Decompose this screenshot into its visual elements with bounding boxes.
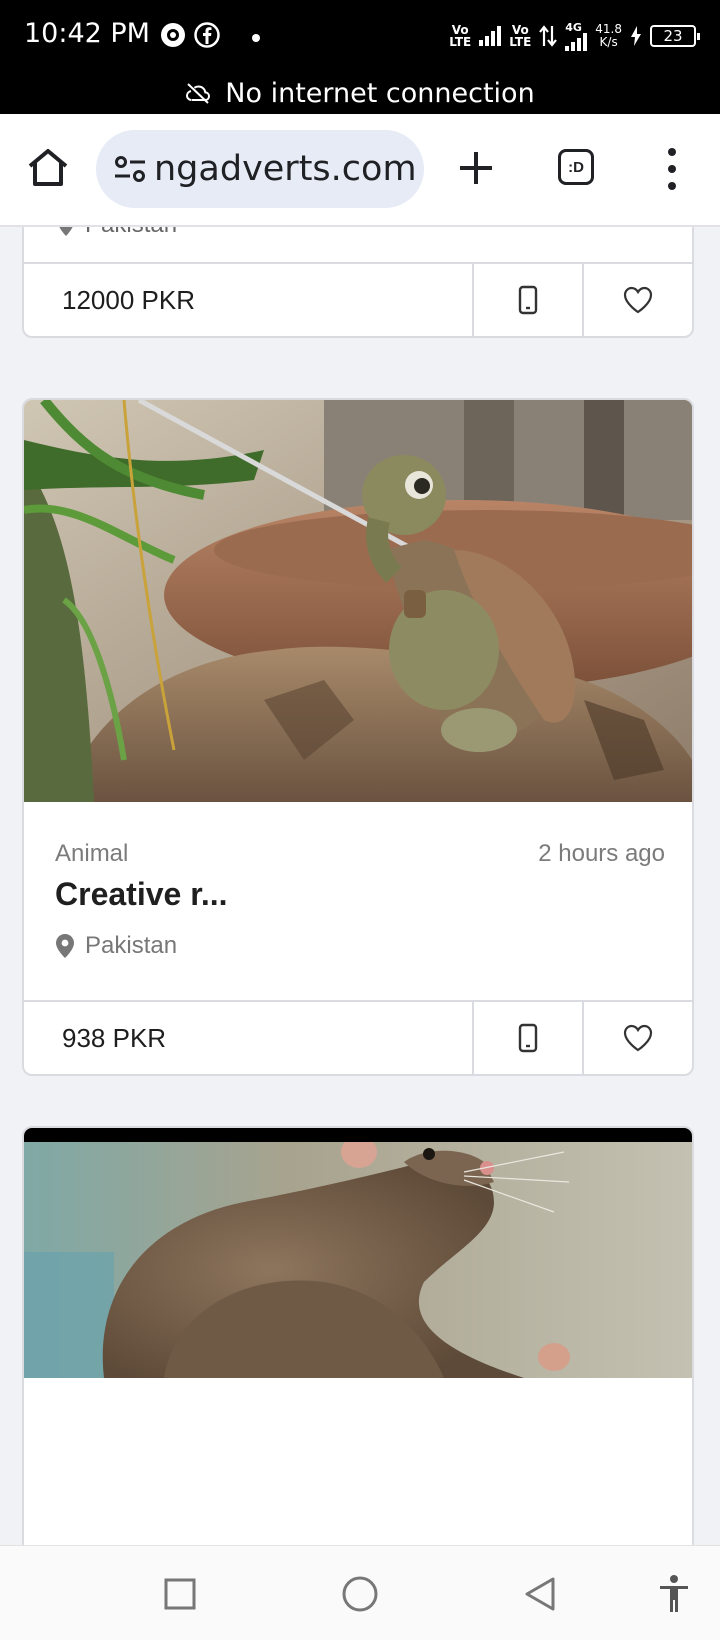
url-text[interactable]: ngadverts.com <box>154 149 417 189</box>
phone-icon <box>518 285 538 315</box>
notification-dot <box>252 34 260 42</box>
listing-location-text: Pakistan <box>85 932 178 959</box>
listing-photo-turtle[interactable] <box>24 400 692 802</box>
listing-card-previous[interactable]: Pakistan 12000 PKR <box>22 227 694 338</box>
heart-icon <box>623 1024 653 1052</box>
recent-apps-button[interactable] <box>156 1570 204 1618</box>
turtle-figurine-image <box>24 400 692 802</box>
call-button-previous[interactable] <box>472 264 582 336</box>
tab-switcher-label: :D <box>568 158 584 176</box>
listing-card-next[interactable] <box>22 1126 694 1545</box>
tab-switcher-button[interactable]: :D <box>558 149 594 185</box>
signal-bars-2-icon <box>565 32 588 51</box>
triangle-back-icon <box>525 1577 555 1611</box>
sim1-volte: Vo LTE <box>449 24 471 48</box>
site-settings-icon[interactable] <box>112 151 148 187</box>
battery-level: 23 <box>663 27 683 45</box>
cloud-off-icon <box>186 83 211 104</box>
status-time: 10:42 PM <box>24 18 150 49</box>
favorite-button-previous[interactable] <box>582 264 692 336</box>
location-pin-icon <box>56 934 74 958</box>
previous-location: Pakistan <box>57 227 177 239</box>
facebook-icon <box>194 22 220 48</box>
sim2-lte-label: LTE <box>509 35 532 49</box>
data-transfer-icon <box>539 25 558 47</box>
more-menu-icon[interactable] <box>662 148 682 190</box>
heart-icon <box>623 286 653 314</box>
system-navigation-bar <box>0 1545 720 1640</box>
accessibility-button[interactable] <box>650 1570 698 1618</box>
call-button[interactable] <box>472 1002 582 1074</box>
listing-posted-time: 2 hours ago <box>538 840 665 867</box>
location-pin-icon <box>59 227 73 236</box>
listing-feed[interactable]: Pakistan 12000 PKR <box>0 227 720 1545</box>
status-indicators: Vo LTE Vo LTE 4G 41.8 K/s 23 <box>449 20 700 52</box>
favorite-button[interactable] <box>582 1002 692 1074</box>
phone-icon <box>518 1023 538 1053</box>
listing-title[interactable]: Creative r... <box>55 876 228 913</box>
circle-home-icon <box>342 1576 378 1612</box>
listing-meta: Animal 2 hours ago <box>55 840 665 868</box>
photo-top-strip <box>24 1128 692 1142</box>
rat-photo-image[interactable] <box>24 1136 692 1378</box>
offline-banner: No internet connection <box>0 72 720 114</box>
browser-toolbar: ngadverts.com :D <box>0 114 720 227</box>
network-4g: 4G <box>565 20 588 51</box>
network-type-label: 4G <box>565 20 582 34</box>
sim1-lte-label: LTE <box>449 35 472 49</box>
price-previous: 12000 PKR <box>62 284 195 315</box>
listing-price: 938 PKR <box>62 1022 167 1053</box>
accessibility-icon <box>660 1575 688 1612</box>
home-nav-button[interactable] <box>336 1570 384 1618</box>
battery-indicator: 23 <box>650 25 700 47</box>
status-bar: 10:42 PM Vo LTE Vo LTE 4G 41.8 K/s 23 <box>0 0 720 72</box>
listing-category[interactable]: Animal <box>55 840 128 868</box>
url-bar[interactable]: ngadverts.com <box>96 130 424 208</box>
price-row-previous: 12000 PKR <box>24 262 692 336</box>
offline-text: No internet connection <box>225 77 535 109</box>
sim2-volte: Vo LTE <box>509 24 531 48</box>
speed-unit: K/s <box>599 35 618 49</box>
listing-location: Pakistan <box>55 932 177 960</box>
back-button[interactable] <box>516 1570 564 1618</box>
network-speed: 41.8 K/s <box>595 23 622 49</box>
price-row: 938 PKR <box>24 1000 692 1074</box>
square-recents-icon <box>164 1578 196 1610</box>
new-tab-plus-icon[interactable] <box>456 148 496 188</box>
camera-sync-icon <box>161 23 185 47</box>
signal-bars-icon <box>479 26 502 46</box>
listing-card[interactable]: Animal 2 hours ago Creative r... Pakista… <box>22 398 694 1076</box>
previous-location-text: Pakistan <box>85 227 177 239</box>
charging-bolt-icon <box>631 26 641 46</box>
home-icon[interactable] <box>26 146 70 190</box>
